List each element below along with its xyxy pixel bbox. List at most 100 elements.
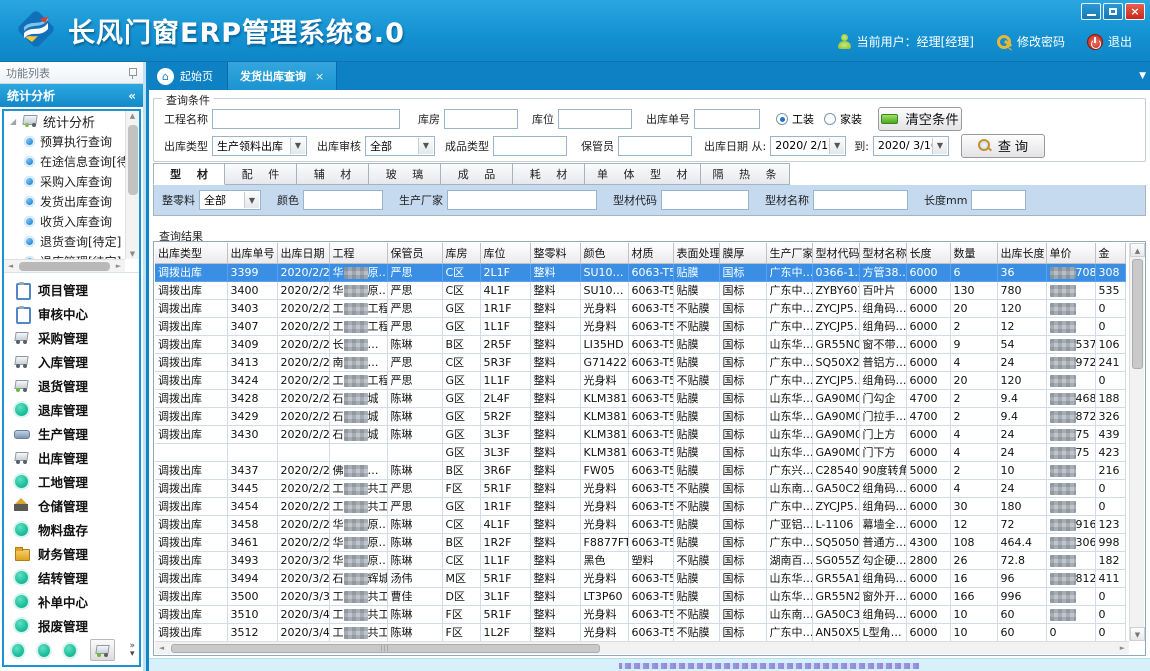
table-row[interactable]: 调拨出库34932020/3/2华原…陈琳C区1L1F整料黑色塑料不贴膜国标湖南… xyxy=(155,551,1125,569)
sidebar-item-退库管理[interactable]: 退库管理 xyxy=(4,397,139,421)
material-tab-配件[interactable]: 配 件 xyxy=(225,163,297,185)
sidebar-item-结转管理[interactable]: 结转管理 xyxy=(4,565,139,589)
scroll-down-icon[interactable]: ▼ xyxy=(126,250,139,258)
keeper-input[interactable] xyxy=(618,136,692,156)
tree-horizontal-scrollbar[interactable]: ◄ ► xyxy=(4,259,125,272)
sidebar-item-项目管理[interactable]: 项目管理 xyxy=(4,277,139,301)
date-to-picker[interactable]: 2020/ 3/16 ▼ xyxy=(873,136,949,156)
column-header-型材代码[interactable]: 型材代码 xyxy=(812,243,859,263)
warehouse-input[interactable] xyxy=(444,109,518,129)
out-type-select[interactable]: 生产领料出库 ▼ xyxy=(212,136,307,156)
module-dot-icon[interactable] xyxy=(64,644,76,657)
column-header-数量[interactable]: 数量 xyxy=(950,243,997,263)
column-header-长度[interactable]: 长度 xyxy=(906,243,950,263)
material-tab-耗材[interactable]: 耗 材 xyxy=(513,163,585,185)
column-header-库位[interactable]: 库位 xyxy=(480,243,530,263)
table-row[interactable]: 调拨出库35002020/3/3工共工程曹佳D区3L1F整料LT3P606063… xyxy=(155,587,1125,605)
tree-item-发货出库查询[interactable]: 发货出库查询 xyxy=(4,191,125,211)
table-row[interactable]: G区3L3F整料KLM38176063-T5贴膜国标山东华…GA90M09.门下… xyxy=(155,443,1125,461)
table-row[interactable]: 调拨出库34002020/2/25华原…严思C区4L1F整料SU10…6063-… xyxy=(155,281,1125,299)
sidebar-item-财务管理[interactable]: 财务管理 xyxy=(4,541,139,565)
module-dot-icon[interactable] xyxy=(38,644,50,657)
tree-collapse-icon[interactable]: ◢ xyxy=(10,117,18,126)
tree-item-预算执行查询[interactable]: 预算执行查询 xyxy=(4,131,125,151)
code-input[interactable] xyxy=(661,190,749,210)
change-password-button[interactable]: 修改密码 xyxy=(996,33,1065,50)
column-header-出库类型[interactable]: 出库类型 xyxy=(155,243,227,263)
tree-vscroll-thumb[interactable] xyxy=(128,125,138,195)
stats-group-header[interactable]: 统计分析 « xyxy=(0,84,143,107)
sidebar-item-审核中心[interactable]: 审核中心 xyxy=(4,301,139,325)
material-tab-型材[interactable]: 型 材 xyxy=(153,163,225,185)
radio-jiazhuang[interactable]: 家装 xyxy=(824,111,862,127)
collapse-icon[interactable]: « xyxy=(128,89,136,103)
column-header-出库日期[interactable]: 出库日期 xyxy=(277,243,329,263)
clear-conditions-button[interactable]: 清空条件 xyxy=(878,107,962,131)
module-dot-icon[interactable] xyxy=(12,644,24,657)
part-select[interactable]: 全部 ▼ xyxy=(199,190,261,210)
column-header-单价[interactable]: 单价 xyxy=(1046,243,1095,263)
table-row[interactable]: 调拨出库34452020/2/27工共工程严思F区5R1F整料光身料6063-T… xyxy=(155,479,1125,497)
sidebar-item-报废管理[interactable]: 报废管理 xyxy=(4,613,139,637)
material-tab-成品[interactable]: 成 品 xyxy=(441,163,513,185)
color-input[interactable] xyxy=(303,190,383,210)
column-header-膜厚[interactable]: 膜厚 xyxy=(719,243,766,263)
sidebar-item-出库管理[interactable]: 出库管理 xyxy=(4,445,139,469)
order-no-input[interactable] xyxy=(694,109,760,129)
module-cart-button[interactable] xyxy=(90,639,116,661)
maker-input[interactable] xyxy=(447,190,597,210)
table-row[interactable]: 调拨出库34542020/2/28工共工程严思G区1R1F整料光身料6063-T… xyxy=(155,497,1125,515)
tree-hscroll-thumb[interactable] xyxy=(19,262,110,271)
table-row[interactable]: 调拨出库34292020/2/26石城陈琳G区5R2F整料KLM38176063… xyxy=(155,407,1125,425)
sidebar-item-工地管理[interactable]: 工地管理 xyxy=(4,469,139,493)
scroll-right-icon[interactable]: ► xyxy=(112,262,125,270)
column-header-材质[interactable]: 材质 xyxy=(628,243,673,263)
sidebar-item-采购管理[interactable]: 采购管理 xyxy=(4,325,139,349)
table-row[interactable]: 调拨出库34072020/2/25工工程严思G区1L1F整料光身料6063-T5… xyxy=(155,317,1125,335)
table-row[interactable]: 调拨出库34582020/2/28华原…陈琳C区4L1F整料光身料6063-T5… xyxy=(155,515,1125,533)
search-button[interactable]: 查 询 xyxy=(961,134,1045,158)
column-header-出库长度[interactable]: 出库长度 xyxy=(997,243,1046,263)
table-row[interactable]: 调拨出库34372020/2/27佛…陈琳B区3R6F整料FW056063-T5… xyxy=(155,461,1125,479)
material-tab-玻璃[interactable]: 玻 璃 xyxy=(369,163,441,185)
column-header-工程[interactable]: 工程 xyxy=(329,243,387,263)
column-header-整零料[interactable]: 整零料 xyxy=(530,243,580,263)
date-from-picker[interactable]: 2020/ 2/16 ▼ xyxy=(770,136,846,156)
scroll-up-icon[interactable]: ▲ xyxy=(126,112,139,120)
table-row[interactable]: 调拨出库34282020/2/26石城陈琳G区2L4F整料KLM38176063… xyxy=(155,389,1125,407)
tab-home[interactable]: ⌂ 起始页 xyxy=(149,62,227,90)
column-header-保管员[interactable]: 保管员 xyxy=(387,243,442,263)
minimize-button[interactable] xyxy=(1081,3,1101,20)
material-tab-辅材[interactable]: 辅 材 xyxy=(297,163,369,185)
sidebar-item-生产管理[interactable]: 生产管理 xyxy=(4,421,139,445)
scroll-down-icon[interactable]: ▼ xyxy=(1130,627,1145,641)
table-row[interactable]: 调拨出库35122020/3/4工共工程陈琳F区1L2F整料光身料6063-T5… xyxy=(155,623,1125,641)
tree-item-采购入库查询[interactable]: 采购入库查询 xyxy=(4,171,125,191)
table-row[interactable]: 调拨出库34942020/3/2石辉城汤伟M区5R1F整料光身料6063-T5贴… xyxy=(155,569,1125,587)
tree-item-在途信息查询[待[interactable]: 在途信息查询[待 xyxy=(4,151,125,171)
overflow-chevron-icon[interactable]: »▾ xyxy=(129,642,135,658)
tab-close-icon[interactable]: × xyxy=(315,70,324,83)
column-header-金[interactable]: 金 xyxy=(1095,243,1125,263)
scroll-left-icon[interactable]: ◄ xyxy=(4,262,17,270)
close-button[interactable]: × xyxy=(1125,3,1145,20)
column-header-型材名称[interactable]: 型材名称 xyxy=(859,243,906,263)
sidebar-item-退货管理[interactable]: 退货管理 xyxy=(4,373,139,397)
tab-list-chevron-icon[interactable]: ▼ xyxy=(1139,71,1146,81)
material-tab-隔热条[interactable]: 隔 热 条 xyxy=(701,163,790,185)
grid-hscroll-thumb[interactable]: ||| xyxy=(171,644,600,653)
table-row[interactable]: 调拨出库34612020/2/28华原…陈琳B区1R2F整料F8877FT606… xyxy=(155,533,1125,551)
sidebar-item-仓储管理[interactable]: 仓储管理 xyxy=(4,493,139,517)
column-header-库房[interactable]: 库房 xyxy=(442,243,480,263)
radio-gongzhuang[interactable]: 工装 xyxy=(776,111,814,127)
column-header-表面处理[interactable]: 表面处理 xyxy=(673,243,719,263)
scroll-right-icon[interactable]: ► xyxy=(1116,644,1129,652)
project-name-input[interactable] xyxy=(212,109,400,129)
scroll-up-icon[interactable]: ▲ xyxy=(1130,243,1145,257)
grid-horizontal-scrollbar[interactable]: ◄ ||| ► xyxy=(155,641,1129,654)
sidebar-item-入库管理[interactable]: 入库管理 xyxy=(4,349,139,373)
table-row[interactable]: 调拨出库34302020/2/26石城陈琳G区3L3F整料KLM38176063… xyxy=(155,425,1125,443)
material-tab-单体型材[interactable]: 单 体 型 材 xyxy=(585,163,701,185)
table-row[interactable]: 调拨出库34092020/2/25长…陈琳B区2R5F整料LI35HD6063-… xyxy=(155,335,1125,353)
pin-icon[interactable] xyxy=(128,67,137,79)
